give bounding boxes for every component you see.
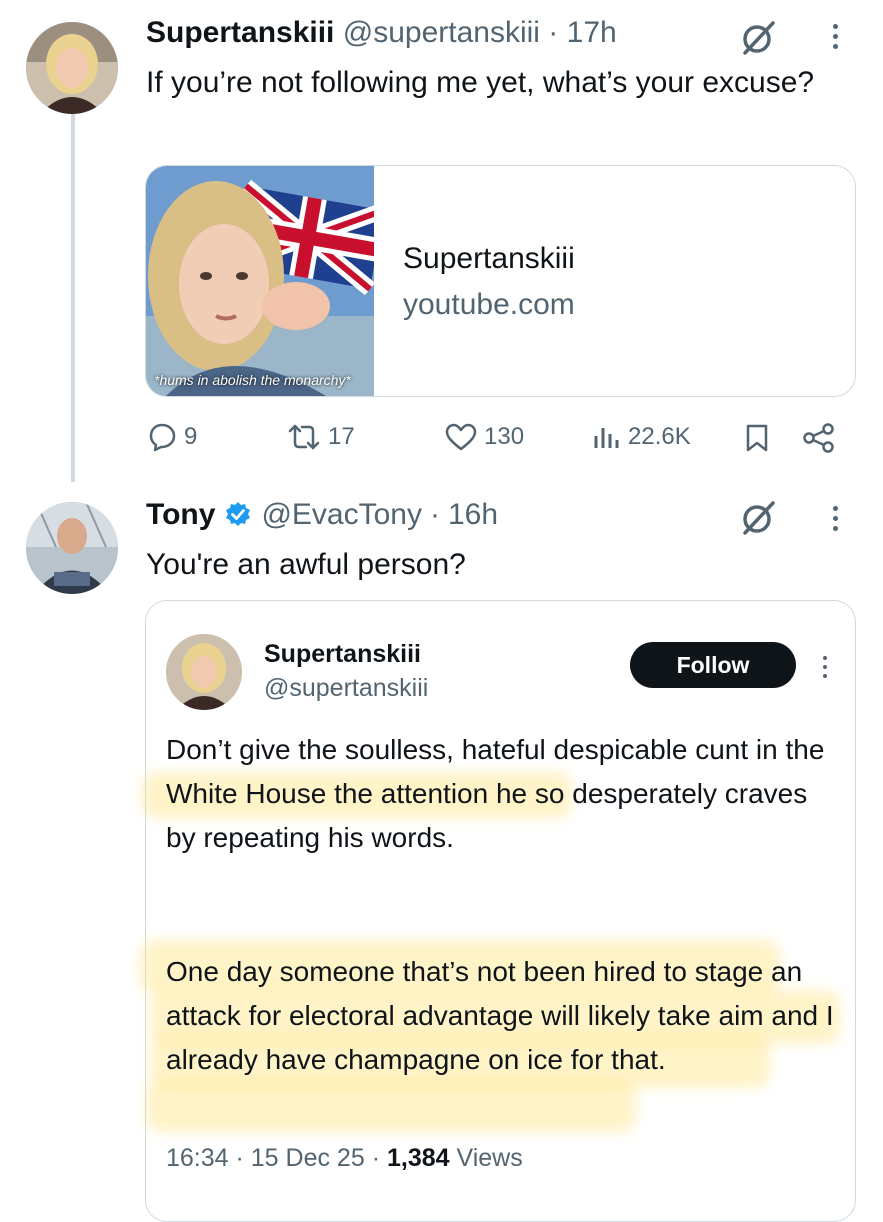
highlight-mark <box>146 1080 636 1132</box>
avatar[interactable] <box>26 22 118 114</box>
link-card[interactable]: *hums in abolish the monarchy* Supertans… <box>145 165 856 397</box>
timestamp[interactable]: 16h <box>448 498 498 532</box>
quoted-views-count: 1,384 <box>386 1144 450 1172</box>
tweet-text: You're an awful person? <box>146 548 466 581</box>
display-name[interactable]: Supertanskiii <box>264 640 421 669</box>
quoted-meta: 16:34 · 15 Dec 25 · 1,384 Views <box>166 1144 523 1173</box>
display-name[interactable]: Supertanskiii <box>146 16 334 49</box>
views-icon <box>594 428 619 448</box>
display-name[interactable]: Tony <box>146 498 215 532</box>
handle[interactable]: @supertanskiii <box>343 16 540 49</box>
separator-dot: · <box>429 498 440 531</box>
repost-count: 17 <box>328 423 355 450</box>
quoted-paragraph: Don’t give the soulless, hateful despica… <box>166 734 825 853</box>
separator-dot: · <box>548 16 559 49</box>
tweet-header: Tony @EvacTony · 16h <box>146 498 498 532</box>
like-icon <box>445 423 477 451</box>
timestamp[interactable]: 17h <box>567 16 617 49</box>
quoted-paragraph: One day someone that’s not been hired to… <box>166 956 834 1075</box>
link-title: Supertanskiii <box>403 242 575 275</box>
quoted-timestamp[interactable]: 16:34 · 15 Dec 25 · <box>166 1144 387 1172</box>
reply-icon <box>149 423 176 452</box>
handle[interactable]: @EvacTony <box>261 498 422 532</box>
views-button[interactable]: 22.6K <box>592 422 691 452</box>
reply-count: 9 <box>184 423 198 450</box>
verified-icon <box>226 502 251 526</box>
link-domain: youtube.com <box>403 288 575 321</box>
bookmark-icon[interactable] <box>744 423 770 458</box>
grok-icon[interactable] <box>740 500 776 536</box>
quoted-views-label: Views <box>456 1144 523 1172</box>
tweet-text: If you’re not following me yet, what’s y… <box>146 66 815 99</box>
avatar[interactable] <box>26 502 118 594</box>
share-icon[interactable] <box>802 422 836 459</box>
link-thumbnail: *hums in abolish the monarchy* <box>146 166 374 396</box>
more-icon[interactable] <box>823 656 827 678</box>
repost-icon <box>288 424 320 450</box>
like-count: 130 <box>484 423 525 450</box>
avatar[interactable] <box>166 634 242 710</box>
more-icon[interactable] <box>833 506 838 531</box>
reply-button[interactable]: 9 <box>146 422 197 452</box>
like-button[interactable]: 130 <box>444 422 524 452</box>
handle[interactable]: @supertanskiii <box>264 674 428 703</box>
grok-icon[interactable] <box>740 20 776 56</box>
more-icon[interactable] <box>833 24 838 49</box>
views-count: 22.6K <box>628 423 691 450</box>
tweet-header: Supertanskiii @supertanskiii · 17h <box>146 16 617 50</box>
repost-button[interactable]: 17 <box>286 422 355 452</box>
follow-button[interactable]: Follow <box>630 642 796 688</box>
thumbnail-caption: *hums in abolish the monarchy* <box>154 372 351 388</box>
thread-line <box>71 114 75 482</box>
